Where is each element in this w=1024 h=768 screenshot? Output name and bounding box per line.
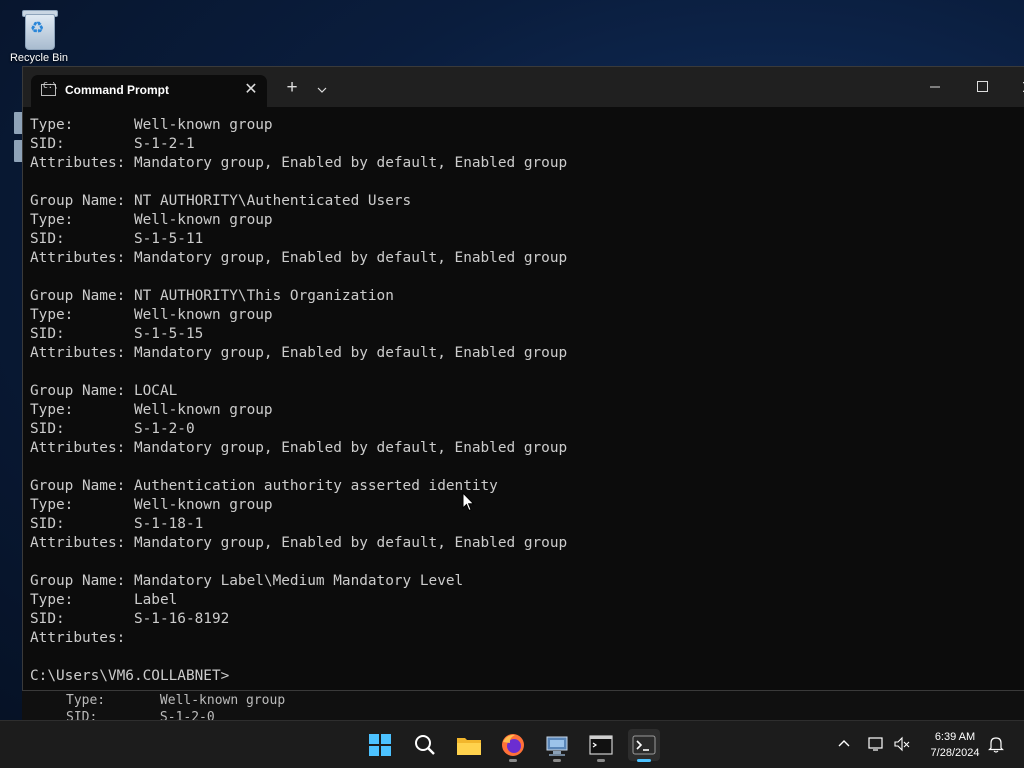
clock[interactable]: 6:39 AM 7/28/2024 bbox=[920, 729, 990, 761]
minimize-button[interactable] bbox=[920, 73, 950, 101]
taskbar-network-tool[interactable] bbox=[541, 729, 573, 762]
console-line: Type: Well-known group bbox=[30, 402, 273, 418]
console-line: Attributes: Mandatory group, Enabled by … bbox=[30, 535, 568, 551]
console-line: Type: Well-known group bbox=[30, 117, 273, 133]
start-icon bbox=[369, 734, 391, 756]
console-line: Group Name: NT AUTHORITY\Authenticated U… bbox=[30, 193, 412, 209]
taskbar-firefox[interactable] bbox=[497, 729, 529, 762]
close-icon: ✕ bbox=[244, 81, 258, 98]
terminal-icon bbox=[632, 735, 656, 755]
maximize-icon bbox=[976, 81, 988, 92]
bell-icon bbox=[988, 737, 1004, 753]
network-icon bbox=[868, 737, 883, 751]
terminal-window[interactable]: C:\ Command Prompt ✕ + Type: Well-known … bbox=[22, 66, 1024, 691]
console-line: Attributes: Mandatory group, Enabled by … bbox=[30, 345, 568, 361]
tab-command-prompt[interactable]: C:\ Command Prompt ✕ bbox=[31, 75, 267, 107]
background-console-line: SID: S-1-2-0 bbox=[66, 710, 215, 720]
cmd-icon bbox=[589, 735, 613, 755]
notifications-button[interactable] bbox=[988, 735, 1004, 758]
console-line: SID: S-1-5-11 bbox=[30, 231, 204, 247]
recycle-bin-icon: ♻ bbox=[21, 8, 58, 50]
console-line: Type: Well-known group bbox=[30, 307, 273, 323]
network-tool-icon bbox=[546, 736, 568, 756]
window-close-button[interactable] bbox=[1013, 73, 1024, 101]
console-line: Group Name: NT AUTHORITY\This Organizati… bbox=[30, 288, 394, 304]
taskbar-search-button[interactable] bbox=[409, 729, 441, 761]
console-line: Attributes: Mandatory group, Enabled by … bbox=[30, 155, 568, 171]
console-line: SID: S-1-5-15 bbox=[30, 326, 204, 342]
chevron-up-icon bbox=[838, 740, 850, 747]
clock-date: 7/28/2024 bbox=[930, 747, 980, 759]
background-console-line: Type: Well-known group bbox=[66, 693, 286, 708]
taskbar: 6:39 AM 7/28/2024 bbox=[0, 720, 1024, 768]
file-explorer-icon bbox=[457, 738, 481, 755]
command-prompt-line: C:\Users\VM6.COLLABNET> bbox=[30, 668, 230, 684]
new-tab-button[interactable]: + bbox=[281, 77, 303, 99]
tab-close-button[interactable]: ✕ bbox=[241, 80, 261, 100]
console-line: SID: S-1-16-8192 bbox=[30, 611, 230, 627]
clock-time: 6:39 AM bbox=[934, 731, 976, 743]
search-icon bbox=[415, 735, 435, 755]
minimize-icon bbox=[930, 86, 940, 88]
console-line: Group Name: Authentication authority ass… bbox=[30, 478, 498, 494]
tab-title: Command Prompt bbox=[65, 83, 170, 97]
console-line: Attributes: Mandatory group, Enabled by … bbox=[30, 440, 568, 456]
plus-icon: + bbox=[286, 77, 298, 98]
cmd-icon: C:\ bbox=[41, 81, 57, 96]
volume-muted-icon bbox=[894, 736, 910, 752]
taskbar-terminal[interactable] bbox=[628, 729, 660, 762]
taskbar-file-explorer[interactable] bbox=[453, 729, 485, 761]
console-line: SID: S-1-2-0 bbox=[30, 421, 195, 437]
console-line: Type: Label bbox=[30, 592, 178, 608]
console-line: SID: S-1-18-1 bbox=[30, 516, 204, 532]
console-output[interactable]: Type: Well-known group SID: S-1-2-1 Attrib… bbox=[30, 111, 1020, 689]
console-line: Type: Well-known group bbox=[30, 212, 273, 228]
show-hidden-icons-button[interactable] bbox=[836, 735, 852, 756]
recycle-bin-label: Recycle Bin bbox=[9, 52, 69, 64]
taskbar-start-button[interactable] bbox=[364, 729, 396, 761]
network-status-button[interactable] bbox=[867, 735, 885, 758]
console-line: Group Name: Mandatory Label\Medium Manda… bbox=[30, 573, 464, 589]
firefox-icon bbox=[502, 734, 524, 756]
title-bar[interactable]: C:\ Command Prompt ✕ + bbox=[23, 67, 1024, 107]
background-console-window: Type: Well-known group SID: S-1-2-0 bbox=[22, 690, 1024, 720]
console-line: Attributes: Mandatory group, Enabled by … bbox=[30, 250, 568, 266]
taskbar-command-prompt[interactable] bbox=[585, 729, 617, 762]
maximize-button[interactable] bbox=[967, 73, 997, 101]
volume-button[interactable] bbox=[893, 735, 911, 758]
chevron-down-icon bbox=[317, 87, 327, 93]
console-line: Group Name: LOCAL bbox=[30, 383, 178, 399]
console-line: Type: Well-known group bbox=[30, 497, 273, 513]
console-line: Attributes: bbox=[30, 630, 126, 646]
console-line: SID: S-1-2-1 bbox=[30, 136, 195, 152]
tab-dropdown-button[interactable] bbox=[313, 77, 331, 99]
recycle-bin-shortcut[interactable]: ♻ Recycle Bin bbox=[6, 8, 72, 64]
